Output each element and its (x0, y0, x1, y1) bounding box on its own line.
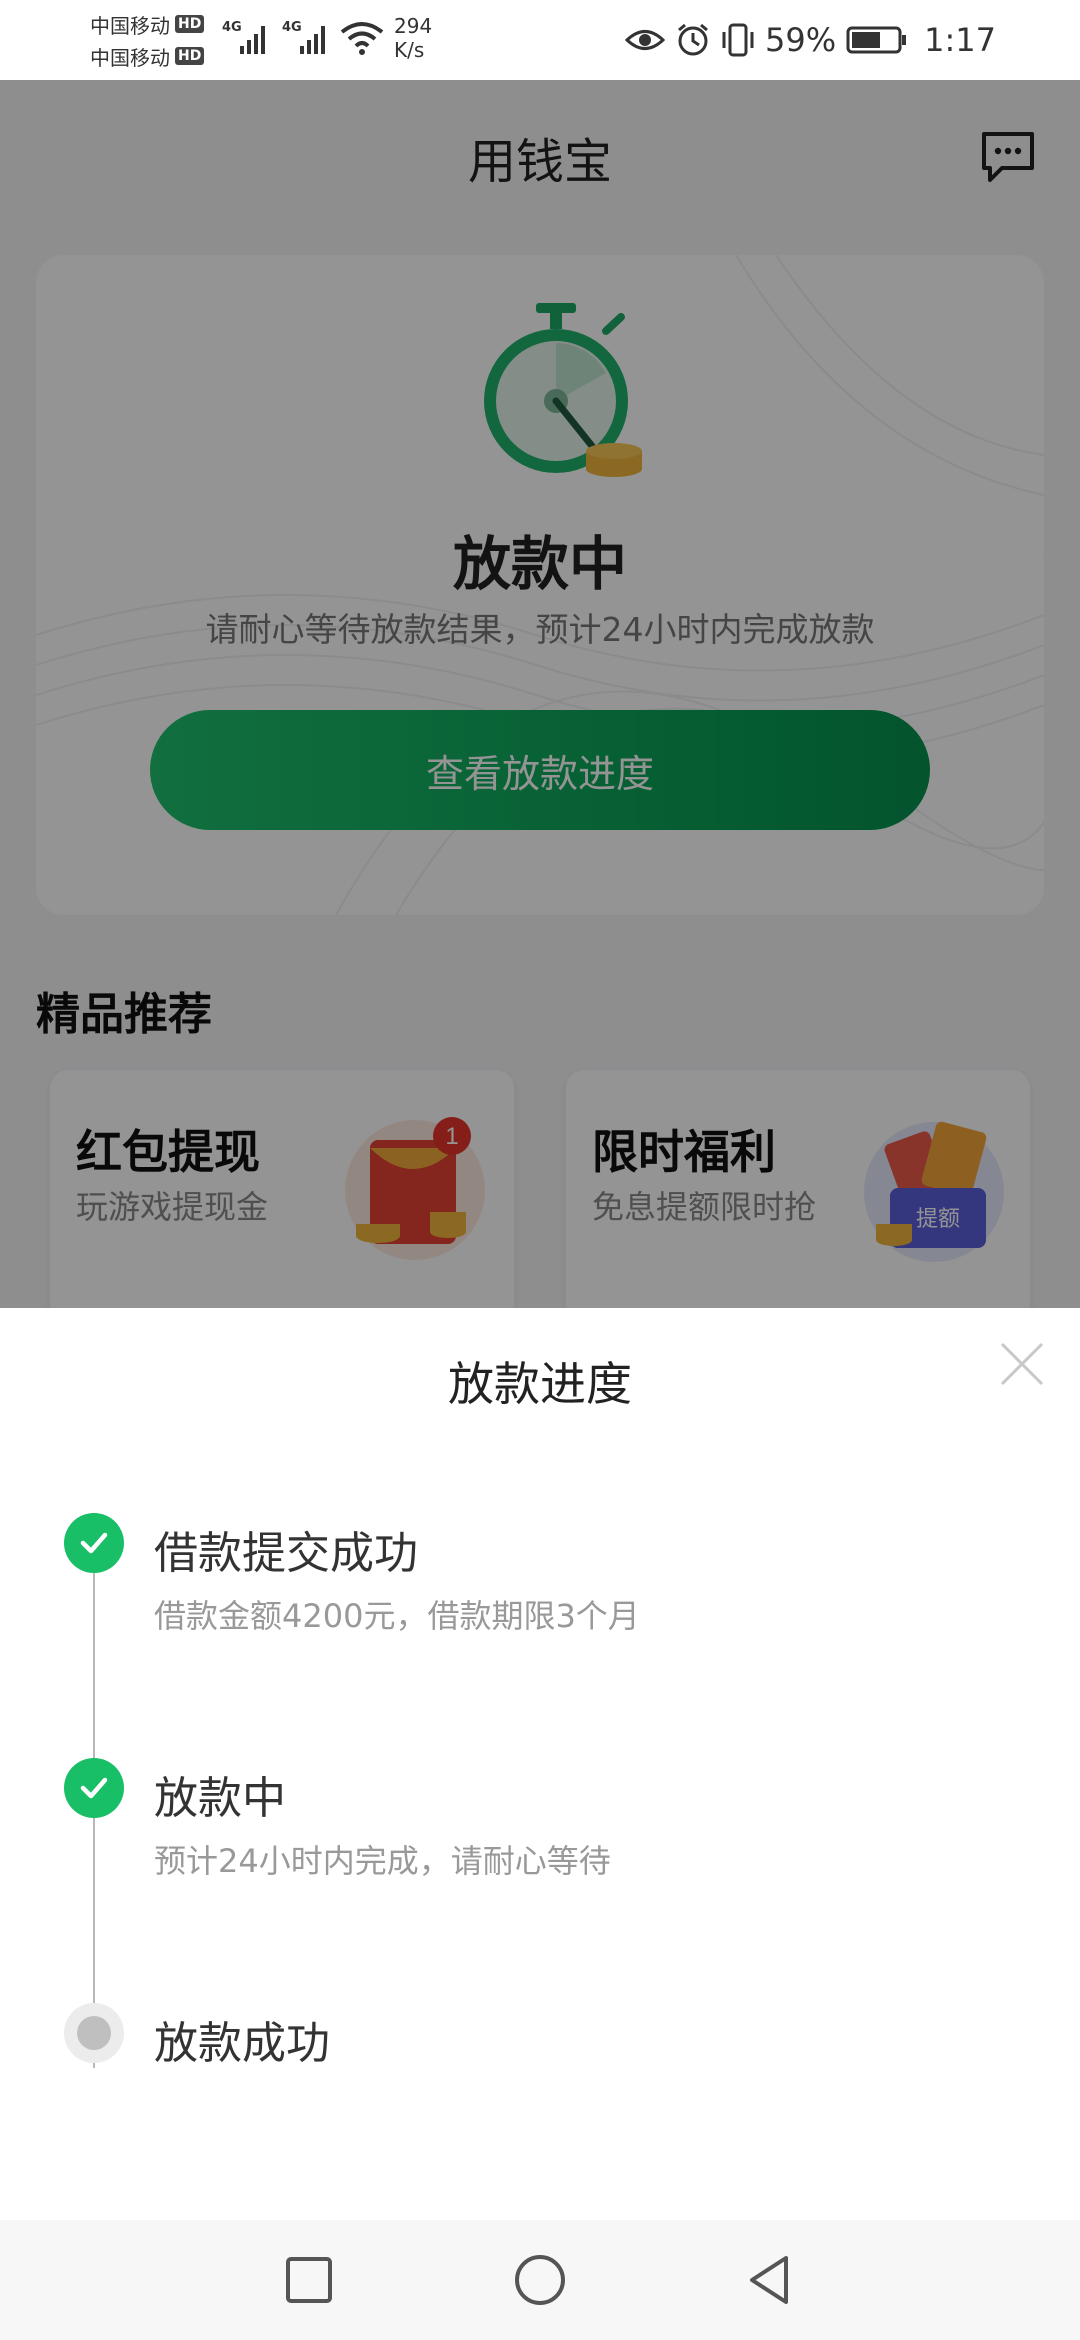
step-title: 放款中 (154, 1773, 286, 1824)
step-title: 借款提交成功 (154, 1528, 418, 1579)
system-nav-bar (0, 2220, 1080, 2340)
hd-badge-2: HD (175, 47, 205, 65)
network-tag-2: 4G (282, 20, 302, 35)
carrier-line-1: 中国移动 HD (90, 8, 220, 40)
progress-sheet: 放款进度 借款提交成功 借款金额4200元，借款期限3个月 放款中 预计24小时… (0, 1308, 1080, 2220)
back-icon[interactable] (740, 2250, 800, 2310)
status-bar: 中国移动 HD 中国移动 HD 4G 4G 294 K/s 59% 1:17 (0, 0, 1080, 80)
dim-overlay[interactable] (0, 0, 1080, 1308)
pending-dot-icon (64, 2003, 124, 2063)
network-speed: 294 K/s (394, 14, 432, 62)
carrier-name-2: 中国移动 (90, 45, 170, 70)
signal-icon-2: 4G (282, 18, 332, 62)
close-icon[interactable] (994, 1336, 1050, 1392)
recent-apps-icon[interactable] (279, 2250, 339, 2310)
carrier-line-2: 中国移动 HD (90, 40, 220, 72)
battery-percent: 59% (765, 21, 837, 59)
battery-icon (846, 26, 907, 54)
step-title: 放款成功 (154, 2018, 330, 2069)
status-right: 59% 1:17 (625, 18, 996, 62)
step-description: 借款金额4200元，借款期限3个月 (154, 1597, 640, 1635)
carrier-block: 中国移动 HD 中国移动 HD (90, 8, 220, 72)
hd-badge-1: HD (175, 15, 205, 33)
signal-icon: 4G (222, 18, 272, 62)
step-description: 预计24小时内完成，请耐心等待 (154, 1842, 611, 1880)
vibrate-icon (722, 23, 754, 57)
network-tag-1: 4G (222, 20, 242, 35)
eye-icon (625, 30, 666, 50)
sheet-title: 放款进度 (448, 1357, 632, 1411)
alarm-icon (678, 23, 708, 56)
speed-unit: K/s (394, 38, 425, 62)
clock-time: 1:17 (924, 21, 996, 59)
wifi-icon (340, 20, 384, 60)
carrier-name-1: 中国移动 (90, 13, 170, 38)
check-icon (64, 1513, 124, 1573)
speed-value: 294 (394, 14, 433, 38)
home-icon[interactable] (510, 2250, 570, 2310)
check-icon (64, 1758, 124, 1818)
